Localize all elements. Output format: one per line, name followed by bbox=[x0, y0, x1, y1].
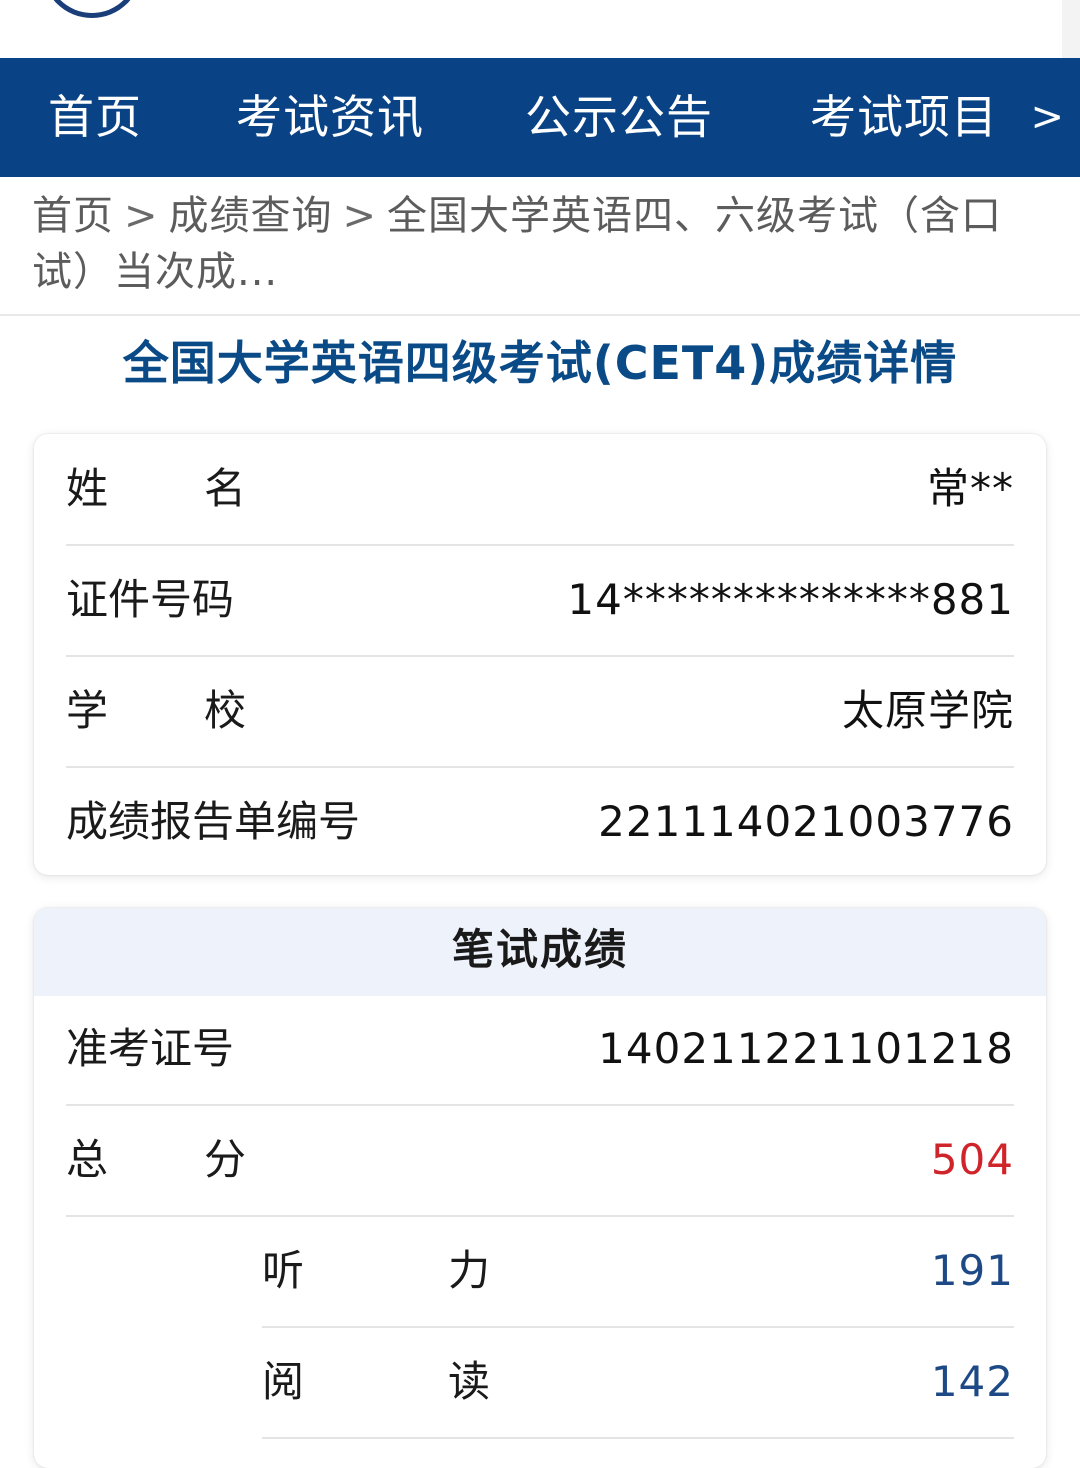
nav-item-announcements[interactable]: 公示公告 bbox=[525, 84, 713, 150]
scrollbar-edge bbox=[1062, 0, 1080, 58]
site-header bbox=[0, 0, 1080, 58]
total-score-value: 504 bbox=[930, 1135, 1014, 1184]
nav-item-exam-news[interactable]: 考试资讯 bbox=[236, 84, 424, 150]
info-row-school: 学校 太原学院 bbox=[66, 656, 1014, 768]
breadcrumb-score-query-link[interactable]: 成绩查询 bbox=[169, 193, 333, 239]
page-title: 全国大学英语四级考试(CET4)成绩详情 bbox=[122, 336, 958, 390]
breadcrumb: 首页 > 成绩查询 > 全国大学英语四、六级考试（含口试）当次成... bbox=[32, 188, 1032, 300]
report-number-value: 221114021003776 bbox=[598, 797, 1014, 846]
info-row-id: 证件号码 14**************881 bbox=[66, 545, 1014, 657]
candidate-info-card: 姓名 常** 证件号码 14**************881 学校 太原学院 … bbox=[34, 434, 1046, 875]
written-score-header: 笔试成绩 bbox=[34, 908, 1046, 996]
nav-item-exam-projects[interactable]: 考试项目 bbox=[810, 84, 998, 150]
site-logo-icon[interactable] bbox=[42, 0, 142, 18]
score-row-total: 总分 504 bbox=[66, 1105, 1014, 1217]
nav-item-home[interactable]: 首页 bbox=[48, 84, 142, 150]
listening-score-value: 191 bbox=[930, 1246, 1014, 1295]
school-label: 学校 bbox=[66, 686, 247, 735]
nav-more-chevron-icon[interactable]: > bbox=[1030, 84, 1064, 150]
written-score-card: 笔试成绩 准考证号 140211221101218 总分 504 听力 191 … bbox=[34, 908, 1046, 1468]
score-row-ticket: 准考证号 140211221101218 bbox=[66, 994, 1014, 1106]
ticket-value: 140211221101218 bbox=[598, 1024, 1014, 1073]
breadcrumb-separator: > bbox=[342, 193, 378, 239]
listening-label: 听力 bbox=[262, 1246, 491, 1295]
score-row-listening: 听力 191 bbox=[262, 1216, 1014, 1328]
score-row-reading: 阅读 142 bbox=[262, 1327, 1014, 1439]
info-row-report-number: 成绩报告单编号 221114021003776 bbox=[66, 767, 1014, 875]
id-label: 证件号码 bbox=[66, 575, 235, 624]
info-row-name: 姓名 常** bbox=[66, 434, 1014, 546]
school-value: 太原学院 bbox=[841, 686, 1014, 735]
reading-label: 阅读 bbox=[262, 1357, 491, 1406]
header-divider bbox=[0, 314, 1080, 316]
breadcrumb-home-link[interactable]: 首页 bbox=[32, 193, 114, 239]
report-number-label: 成绩报告单编号 bbox=[66, 797, 361, 846]
total-label: 总分 bbox=[66, 1135, 247, 1184]
ticket-label: 准考证号 bbox=[66, 1024, 235, 1073]
name-value: 常** bbox=[926, 464, 1014, 513]
name-label: 姓名 bbox=[66, 464, 247, 513]
id-value: 14**************881 bbox=[567, 575, 1014, 624]
breadcrumb-separator: > bbox=[124, 193, 159, 239]
reading-score-value: 142 bbox=[930, 1357, 1014, 1406]
main-nav: 首页 考试资讯 公示公告 考试项目 > bbox=[0, 58, 1080, 177]
